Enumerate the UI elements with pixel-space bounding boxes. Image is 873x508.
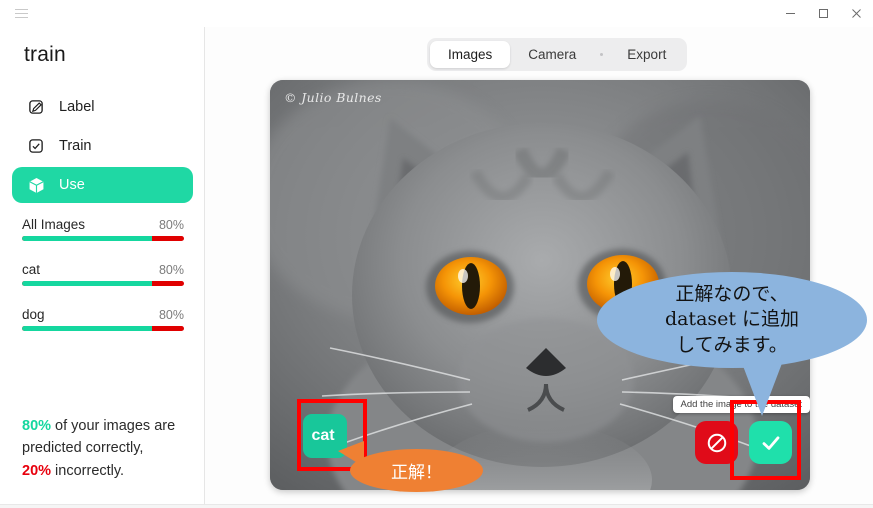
progress-bar-fill [22,236,152,241]
title-bar [0,0,873,27]
minimize-button[interactable] [774,0,807,27]
app-window: train Label Train Use All Images 80% cat… [0,0,873,508]
prohibition-icon [707,433,726,452]
hamburger-line [14,17,28,18]
annotation-bubble-correct: 正解！ [350,449,483,492]
progress-label: cat [22,262,41,277]
window-controls [774,0,873,27]
progress-label: All Images [22,217,86,232]
sidebar-nav: Label Train Use [12,89,193,206]
annotation-bubble-dataset-text: 正解なので、 dataset に追加 してみます。 [664,283,800,356]
hamburger-line [14,9,28,10]
hamburger-icon[interactable] [6,0,36,27]
action-buttons [695,421,792,464]
watermark: © Julio Bulnes [284,90,382,105]
sidebar-item-label[interactable]: Label [12,89,193,125]
tab-images[interactable]: Images [430,41,511,68]
pencil-square-icon [25,96,47,118]
accuracy-summary: 80% of your images are predicted correct… [22,415,194,482]
tab-export[interactable]: Export [609,41,684,68]
sidebar-item-use[interactable]: Use [12,167,193,203]
accept-button[interactable] [749,421,792,464]
main-content: Images Camera Export © Julio Bulnes cat … [205,27,873,504]
annotation-bubble-dataset: 正解なので、 dataset に追加 してみます。 [597,272,867,368]
progress-dog: dog 80% [22,307,184,331]
check-icon [762,435,779,450]
incorrect-text: incorrectly. [51,462,125,479]
cube-icon [25,174,47,196]
progress-value: 80% [158,218,184,232]
hamburger-line [14,13,28,14]
progress-value: 80% [158,308,184,322]
status-bar [0,504,873,508]
progress-bar [22,236,184,241]
check-square-icon [25,135,47,157]
tab-bar: Images Camera Export [427,38,688,71]
sidebar-item-use-text: Use [59,177,85,193]
tab-camera[interactable]: Camera [510,41,594,68]
prediction-label-text: cat [311,427,335,444]
sidebar-item-label-text: Label [59,99,95,115]
progress-bar-fill [22,281,152,286]
sidebar-item-train[interactable]: Train [12,128,193,164]
page-title: train [24,43,66,66]
annotation-bubble-correct-text: 正解！ [391,463,442,483]
reject-button[interactable] [695,421,738,464]
sidebar-item-train-text: Train [59,138,92,154]
correct-percent: 80% [22,418,52,434]
progress-bar-fill [22,326,152,331]
progress-value: 80% [158,263,184,277]
progress-cat: cat 80% [22,262,184,286]
progress-bar [22,281,184,286]
incorrect-percent: 20% [22,462,52,479]
progress-all-images: All Images 80% [22,217,184,241]
tab-separator-dot [600,53,604,56]
blue-bubble-tail [740,358,784,416]
close-button[interactable] [840,0,873,27]
progress-label: dog [22,307,45,322]
sidebar: train Label Train Use All Images 80% cat… [0,27,205,504]
progress-bar [22,326,184,331]
maximize-button[interactable] [807,0,840,27]
